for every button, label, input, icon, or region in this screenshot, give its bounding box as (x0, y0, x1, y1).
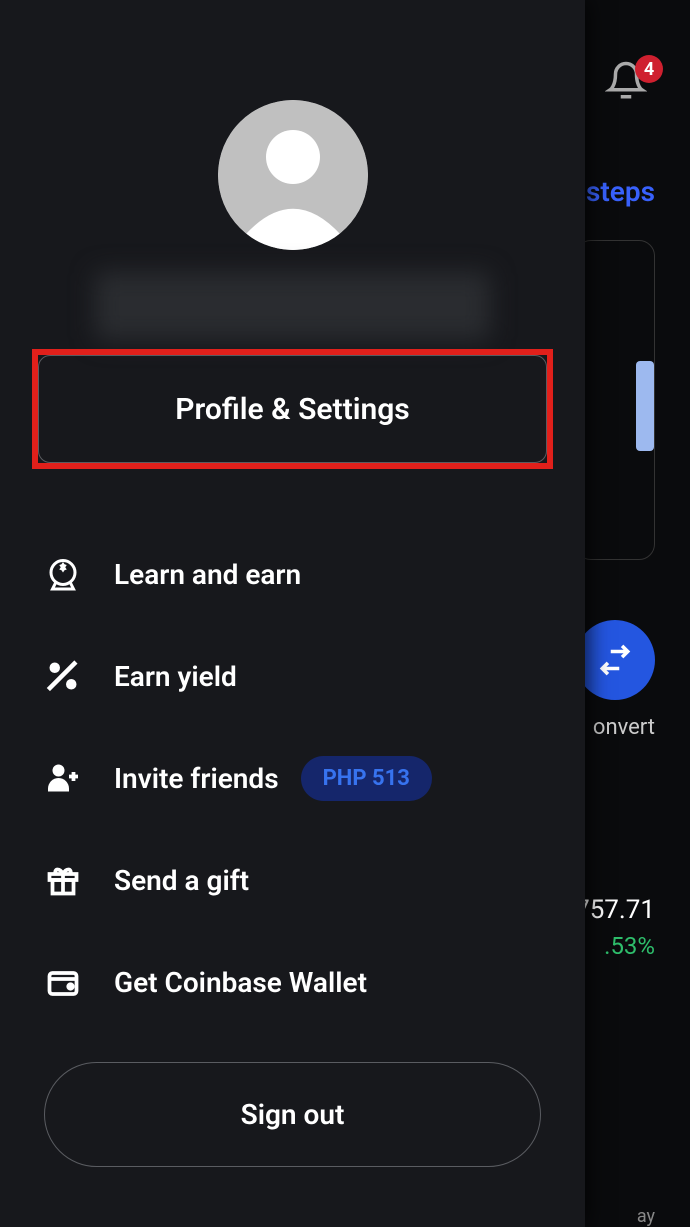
learn-earn-icon (44, 555, 82, 593)
convert-label-partial: onvert (593, 715, 655, 740)
invite-icon (44, 759, 82, 797)
avatar[interactable] (218, 100, 368, 250)
percent-icon (44, 657, 82, 695)
convert-button-partial[interactable] (575, 620, 655, 700)
notification-badge: 4 (635, 55, 663, 83)
menu-item-label: Invite friends (114, 762, 279, 795)
menu-item-label: Send a gift (114, 864, 249, 897)
user-name-redacted (95, 272, 490, 340)
pct-partial: .53% (604, 932, 655, 960)
menu-item-earn-yield[interactable]: Earn yield (44, 625, 541, 727)
convert-icon (598, 643, 632, 677)
menu-item-get-wallet[interactable]: Get Coinbase Wallet (44, 931, 541, 1033)
bg-card-partial (575, 240, 655, 560)
menu-item-learn-and-earn[interactable]: Learn and earn (44, 523, 541, 625)
menu-item-send-gift[interactable]: Send a gift (44, 829, 541, 931)
drawer-menu: Learn and earn Earn yield Invite fri (0, 523, 585, 1033)
menu-item-label: Learn and earn (114, 558, 301, 591)
price-partial: 757.71 (575, 895, 655, 925)
gift-icon (44, 861, 82, 899)
highlight-annotation (32, 349, 553, 469)
bottom-text-partial: ay (637, 1206, 655, 1227)
invite-reward-badge: PHP 513 (301, 756, 432, 801)
avatar-placeholder-icon (218, 100, 368, 250)
wallet-icon (44, 963, 82, 1001)
menu-item-label: Get Coinbase Wallet (114, 966, 367, 999)
sign-out-button[interactable]: Sign out (44, 1062, 541, 1167)
side-drawer: Profile & Settings Learn and earn (0, 0, 585, 1227)
notification-bell[interactable]: 4 (605, 60, 655, 110)
menu-item-invite-friends[interactable]: Invite friends PHP 513 (44, 727, 541, 829)
menu-item-label: Earn yield (114, 660, 237, 693)
steps-link-partial[interactable]: steps (586, 175, 655, 208)
